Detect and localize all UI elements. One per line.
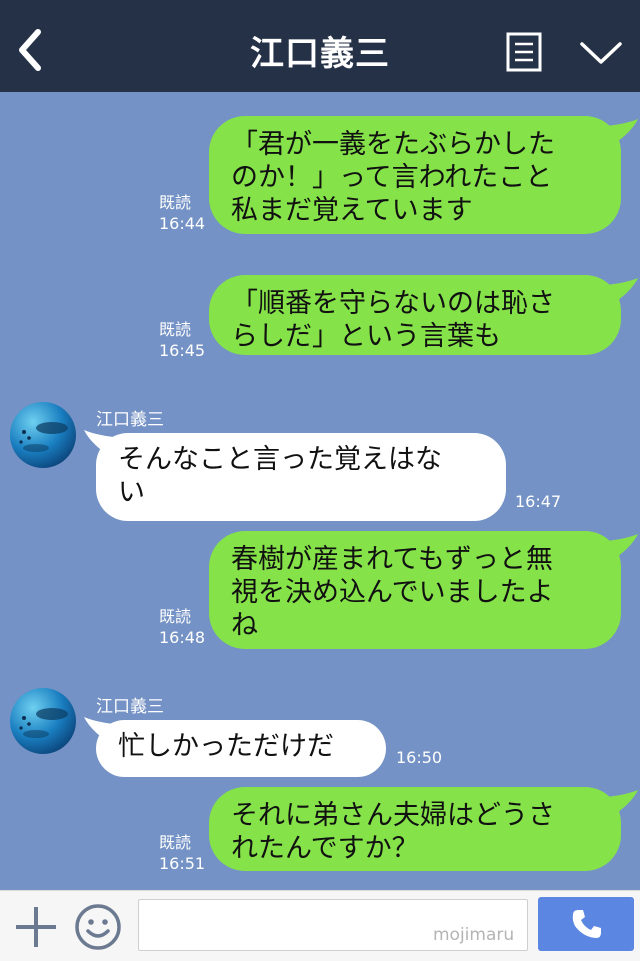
read-status: 既読 — [159, 320, 192, 339]
sender-name: 江口義三 — [96, 410, 164, 430]
message-time: 16:44 — [159, 214, 206, 233]
input-bar: mojimaru — [0, 890, 640, 961]
message-time: 16:50 — [396, 748, 443, 767]
menu-button[interactable] — [506, 32, 542, 72]
message-time: 16:51 — [159, 854, 206, 873]
message-time: 16:45 — [159, 341, 206, 360]
read-status: 既読 — [159, 607, 192, 626]
message-meta: 既読 16:51 — [159, 832, 219, 874]
message-list[interactable]: 「君が一義をたぶらかした のか！」って言われたこと 私まだ覚えています 既読 1… — [0, 92, 640, 890]
emoji-button[interactable] — [74, 903, 122, 951]
sender-name: 江口義三 — [96, 697, 164, 717]
message-bubble[interactable]: 「順番を守らないのは恥さ らしだ」という言葉も — [209, 275, 621, 355]
add-button[interactable] — [14, 905, 58, 949]
message-time: 16:48 — [159, 628, 206, 647]
avatar[interactable] — [10, 402, 76, 468]
call-button[interactable] — [538, 897, 634, 951]
ocean-avatar-image — [10, 402, 76, 468]
message-bubble[interactable]: そんなこと言った覚えはな い — [96, 433, 506, 521]
message-bubble[interactable]: 「君が一義をたぶらかした のか！」って言われたこと 私まだ覚えています — [209, 116, 621, 234]
message-meta: 既読 16:44 — [159, 192, 219, 234]
list-icon — [506, 32, 542, 72]
message-bubble[interactable]: それに弟さん夫婦はどうさ れたんですか？ — [209, 787, 621, 871]
read-status: 既読 — [159, 193, 192, 212]
message-time: 16:47 — [515, 492, 562, 511]
ocean-avatar-image — [10, 688, 76, 754]
message-bubble[interactable]: 春樹が産まれてもずっと無 視を決め込んでいましたよ ね — [209, 531, 621, 649]
smiley-icon — [75, 904, 121, 950]
read-status: 既読 — [159, 833, 192, 852]
watermark-text: mojimaru — [433, 925, 515, 945]
chat-title: 江口義三 — [250, 34, 390, 74]
message-meta: 既読 16:48 — [159, 606, 219, 648]
collapse-button[interactable] — [578, 36, 624, 70]
message-meta: 既読 16:45 — [159, 319, 219, 361]
chevron-down-icon — [580, 42, 622, 64]
phone-icon — [572, 910, 601, 938]
message-bubble[interactable]: 忙しかっただけだ — [96, 720, 386, 777]
avatar[interactable] — [10, 688, 76, 754]
chat-header: 江口義三 — [0, 0, 640, 92]
plus-icon — [16, 907, 56, 947]
